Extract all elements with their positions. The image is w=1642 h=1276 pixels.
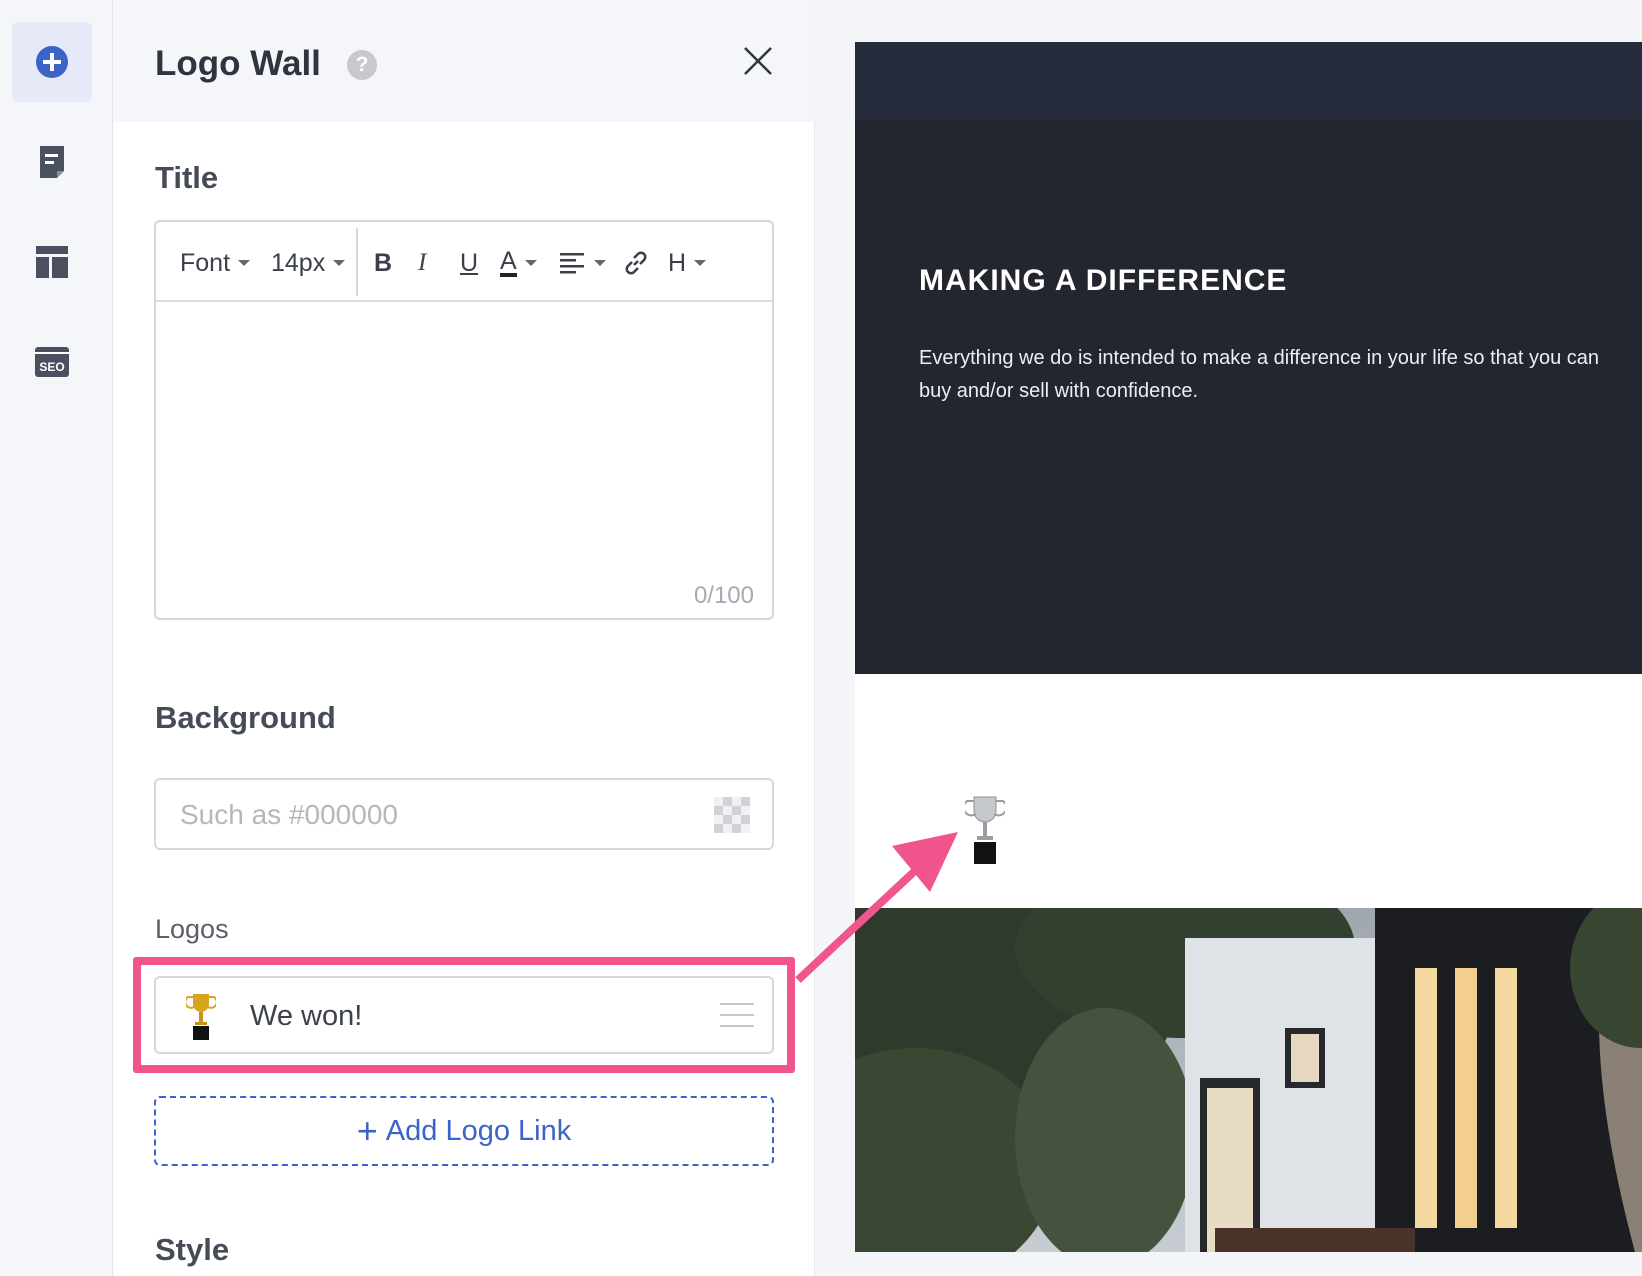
chevron-down-icon: [694, 260, 707, 266]
layout-icon: [36, 246, 68, 278]
seo-label: SEO: [39, 360, 64, 374]
background-section-label: Background: [155, 700, 336, 735]
seo-button[interactable]: SEO: [12, 322, 92, 402]
font-family-select[interactable]: Font: [180, 246, 251, 280]
italic-icon: I: [418, 249, 427, 276]
title-section-label: Title: [155, 160, 219, 195]
chevron-down-icon: [333, 260, 346, 266]
chevron-down-icon: [238, 260, 251, 266]
add-logo-link-button[interactable]: + Add Logo Link: [154, 1096, 774, 1166]
chevron-down-icon: [524, 260, 537, 266]
title-rich-text-editor[interactable]: Font 14px B I U A H 0/100: [154, 220, 774, 620]
icon-rail: SEO: [0, 0, 113, 1276]
plus-icon: +: [356, 1110, 378, 1151]
style-section-label: Style: [155, 1232, 230, 1267]
panel-title: Logo Wall: [155, 44, 321, 83]
font-select-label: Font: [180, 248, 231, 277]
add-logo-link-label: Add Logo Link: [385, 1114, 572, 1147]
font-size-label: 14px: [271, 248, 326, 277]
editor-panel: Logo Wall ? Title Font 14px B I U A H 0/…: [113, 0, 815, 1276]
panel-header: Logo Wall ?: [113, 0, 815, 122]
text-color-icon: A: [500, 247, 517, 277]
seo-icon: SEO: [35, 347, 69, 377]
align-button[interactable]: [560, 246, 606, 280]
close-icon[interactable]: [741, 44, 775, 78]
toolbar-divider: [356, 228, 358, 296]
background-color-input[interactable]: Such as #000000: [154, 778, 774, 850]
bold-button[interactable]: B: [374, 246, 392, 280]
chevron-down-icon: [594, 260, 606, 266]
heading-icon: H: [668, 248, 687, 277]
underline-button[interactable]: U: [460, 246, 478, 280]
color-picker-icon[interactable]: [714, 797, 750, 833]
add-section-button[interactable]: [12, 22, 92, 102]
link-button[interactable]: [622, 246, 650, 280]
heading-select[interactable]: H: [668, 246, 707, 280]
italic-button[interactable]: I: [418, 246, 426, 280]
preview-heading: MAKING A DIFFERENCE: [919, 264, 1288, 297]
background-color-placeholder: Such as #000000: [180, 799, 398, 830]
site-preview: MAKING A DIFFERENCE Everything we do is …: [855, 42, 1642, 1252]
character-counter: 0/100: [693, 582, 754, 609]
pages-button[interactable]: [12, 122, 92, 202]
align-left-icon: [560, 253, 584, 274]
add-circle-icon: [36, 46, 68, 78]
logos-section-label: Logos: [155, 914, 229, 944]
font-size-select[interactable]: 14px: [271, 246, 346, 280]
layout-button[interactable]: [12, 222, 92, 302]
annotation-highlight-box: [133, 957, 795, 1073]
page-icon: [40, 146, 64, 178]
annotation-arrow: [795, 832, 958, 983]
bold-icon: B: [374, 248, 393, 277]
preview-nav-bar: [855, 42, 1642, 120]
text-color-button[interactable]: A: [500, 246, 537, 280]
preview-hero-section: MAKING A DIFFERENCE Everything we do is …: [855, 120, 1642, 674]
link-icon: [625, 251, 647, 275]
help-icon[interactable]: ?: [347, 50, 377, 80]
preview-body-text: Everything we do is intended to make a d…: [919, 347, 1600, 402]
editor-toolbar: Font 14px B I U A H: [156, 222, 772, 302]
underline-icon: U: [460, 248, 479, 277]
